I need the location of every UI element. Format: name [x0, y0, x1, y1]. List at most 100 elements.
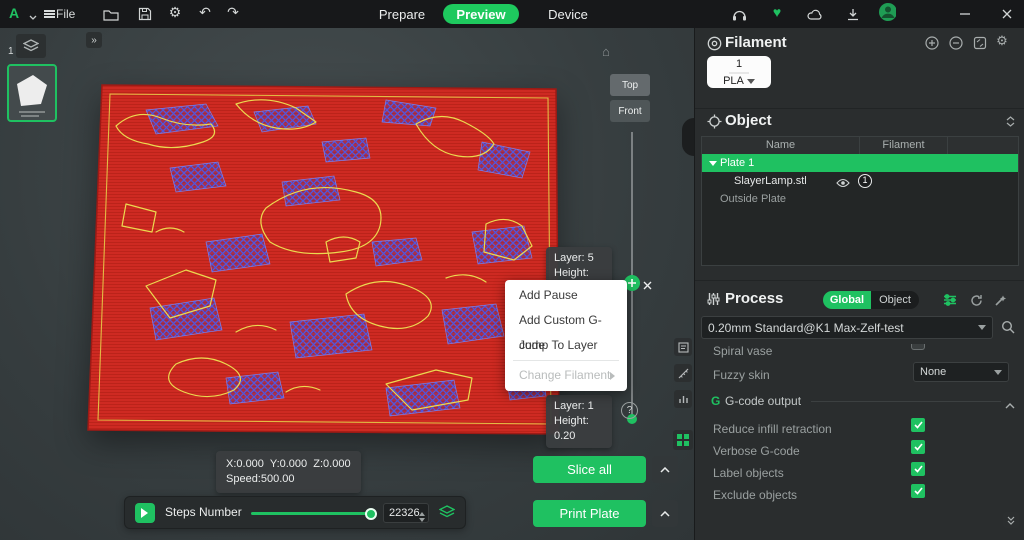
col-filament: Filament: [860, 137, 948, 154]
print-options-caret[interactable]: [652, 500, 678, 527]
layer-marker-remove-icon[interactable]: [643, 277, 652, 295]
row-plate[interactable]: Plate 1: [702, 154, 1018, 172]
wizard-wand-icon[interactable]: [991, 291, 1009, 309]
expand-toolbar-button[interactable]: »: [86, 32, 102, 48]
minimize-icon[interactable]: [956, 6, 974, 22]
view-top-button[interactable]: Top: [610, 74, 650, 96]
sliced-plate[interactable]: [86, 82, 560, 443]
layer-base-height: Height: 0.20: [554, 414, 604, 444]
position-coords: X:0.000 Y:0.000 Z:0.000: [226, 457, 351, 472]
row-expand-caret-icon: [709, 161, 717, 170]
plate-thumbnail[interactable]: [7, 64, 57, 122]
steps-value-input[interactable]: 22326: [383, 503, 429, 523]
support-headset-icon[interactable]: [730, 6, 748, 22]
process-sliders-icon: [707, 292, 720, 311]
search-preset-icon[interactable]: [999, 318, 1017, 336]
right-panel: Filament ⚙ 1 PLA Object Name Filament Pl…: [694, 28, 1024, 540]
open-folder-icon[interactable]: [102, 6, 120, 22]
play-icon: [141, 508, 153, 518]
plate-thumb-index: 1: [8, 46, 14, 57]
file-menu[interactable]: File: [56, 7, 75, 21]
spiral-vase-checkbox-clipped[interactable]: [911, 344, 925, 350]
layer-tooltip-layer: Layer: 5: [554, 251, 604, 266]
setting-reduce-infill: Reduce infill retraction: [713, 420, 832, 438]
panel-divider: [695, 280, 1024, 281]
toggle-global[interactable]: Global: [823, 291, 871, 309]
position-speed: Speed:500.00: [226, 472, 351, 487]
preset-dropdown[interactable]: 0.20mm Standard@K1 Max-Zelf-test: [701, 316, 993, 339]
reduce-infill-checkbox[interactable]: [911, 418, 925, 432]
annotate-tool-icon[interactable]: [674, 338, 692, 356]
tab-prepare[interactable]: Prepare: [372, 7, 432, 22]
preset-value: 0.20mm Standard@K1 Max-Zelf-test: [708, 321, 904, 335]
tune-filter-icon[interactable]: [941, 291, 959, 309]
model-filament-badge[interactable]: 1: [858, 174, 872, 188]
steps-spinner[interactable]: [419, 509, 425, 525]
play-button[interactable]: [135, 503, 155, 523]
slice-all-button[interactable]: Slice all: [533, 456, 646, 483]
label-objects-checkbox[interactable]: [911, 462, 925, 476]
print-plate-button[interactable]: Print Plate: [533, 500, 646, 527]
tab-device[interactable]: Device: [538, 7, 598, 22]
verbose-gcode-checkbox[interactable]: [911, 440, 925, 454]
plate-tool-button[interactable]: [16, 34, 46, 58]
object-section-title: Object: [725, 112, 772, 129]
user-avatar[interactable]: [878, 4, 896, 20]
setting-spiral-vase: Spiral vase: [713, 344, 772, 360]
setting-exclude-objects: Exclude objects: [713, 486, 797, 504]
exclude-objects-checkbox[interactable]: [911, 484, 925, 498]
scroll-bottom-button[interactable]: [1003, 512, 1019, 528]
menu-change-filament[interactable]: Change Filament: [505, 363, 627, 388]
view-front-button[interactable]: Front: [610, 100, 650, 122]
object-collapse-icon[interactable]: [1001, 112, 1019, 130]
layers-view-icon[interactable]: [439, 505, 455, 524]
section-rule: [811, 401, 1001, 402]
steps-value: 22326: [389, 507, 420, 519]
menu-divider: [513, 360, 619, 361]
settings-gear-icon[interactable]: ⚙: [166, 4, 184, 20]
setting-label-objects: Label objects: [713, 464, 784, 482]
menu-jump-to-layer[interactable]: Jump To Layer: [505, 333, 627, 358]
position-tooltip: X:0.000 Y:0.000 Z:0.000 Speed:500.00: [216, 451, 361, 493]
filament-slot-material: PLA: [707, 74, 771, 88]
slice-options-caret[interactable]: [652, 456, 678, 483]
gcode-section-title: G-code output: [725, 394, 801, 408]
section-collapse-chevron-icon[interactable]: [1005, 396, 1015, 414]
download-icon[interactable]: [844, 6, 862, 22]
tab-preview[interactable]: Preview: [443, 4, 519, 24]
toggle-object[interactable]: Object: [871, 291, 919, 309]
row-model[interactable]: SlayerLamp.stl 1: [702, 172, 1018, 190]
redo-icon[interactable]: ↷: [224, 4, 242, 20]
filament-settings-gear-icon[interactable]: ⚙: [993, 32, 1011, 50]
row-outside-plate[interactable]: Outside Plate: [702, 190, 1018, 208]
layout-grid-icon[interactable]: [673, 430, 693, 450]
steps-slider-handle[interactable]: [365, 508, 377, 520]
add-filament-icon[interactable]: [923, 34, 941, 52]
app-logo[interactable]: A: [9, 5, 19, 21]
steps-bar: Steps Number 22326: [124, 496, 466, 529]
steps-slider-track[interactable]: [251, 512, 373, 515]
close-icon[interactable]: [998, 6, 1016, 22]
filament-slot-chip[interactable]: 1 PLA: [707, 56, 771, 88]
flush-volume-icon[interactable]: [971, 34, 989, 52]
panel-divider: [695, 108, 1024, 109]
setting-verbose-gcode: Verbose G-code: [713, 442, 800, 460]
save-icon[interactable]: [136, 6, 154, 22]
remove-filament-icon[interactable]: [947, 34, 965, 52]
panel-collapse-handle[interactable]: [682, 118, 694, 156]
fuzzy-caret-icon: [994, 370, 1002, 379]
home-view-icon[interactable]: ⌂: [602, 44, 610, 59]
help-button[interactable]: ?: [621, 402, 638, 419]
cloud-icon[interactable]: [806, 6, 824, 22]
menu-add-pause[interactable]: Add Pause: [505, 283, 627, 308]
filament-section-title: Filament: [725, 34, 787, 51]
favorites-heart-icon[interactable]: ♥: [768, 4, 786, 20]
reset-icon[interactable]: [967, 291, 985, 309]
undo-icon[interactable]: ↶: [196, 4, 214, 20]
fuzzy-skin-select[interactable]: None: [913, 362, 1009, 382]
submenu-arrow-icon: [610, 372, 619, 380]
menu-add-custom-gcode[interactable]: Add Custom G-code: [505, 308, 627, 333]
measure-tool-icon[interactable]: [674, 364, 692, 382]
stats-tool-icon[interactable]: [674, 390, 692, 408]
col-spare: [948, 137, 1018, 154]
